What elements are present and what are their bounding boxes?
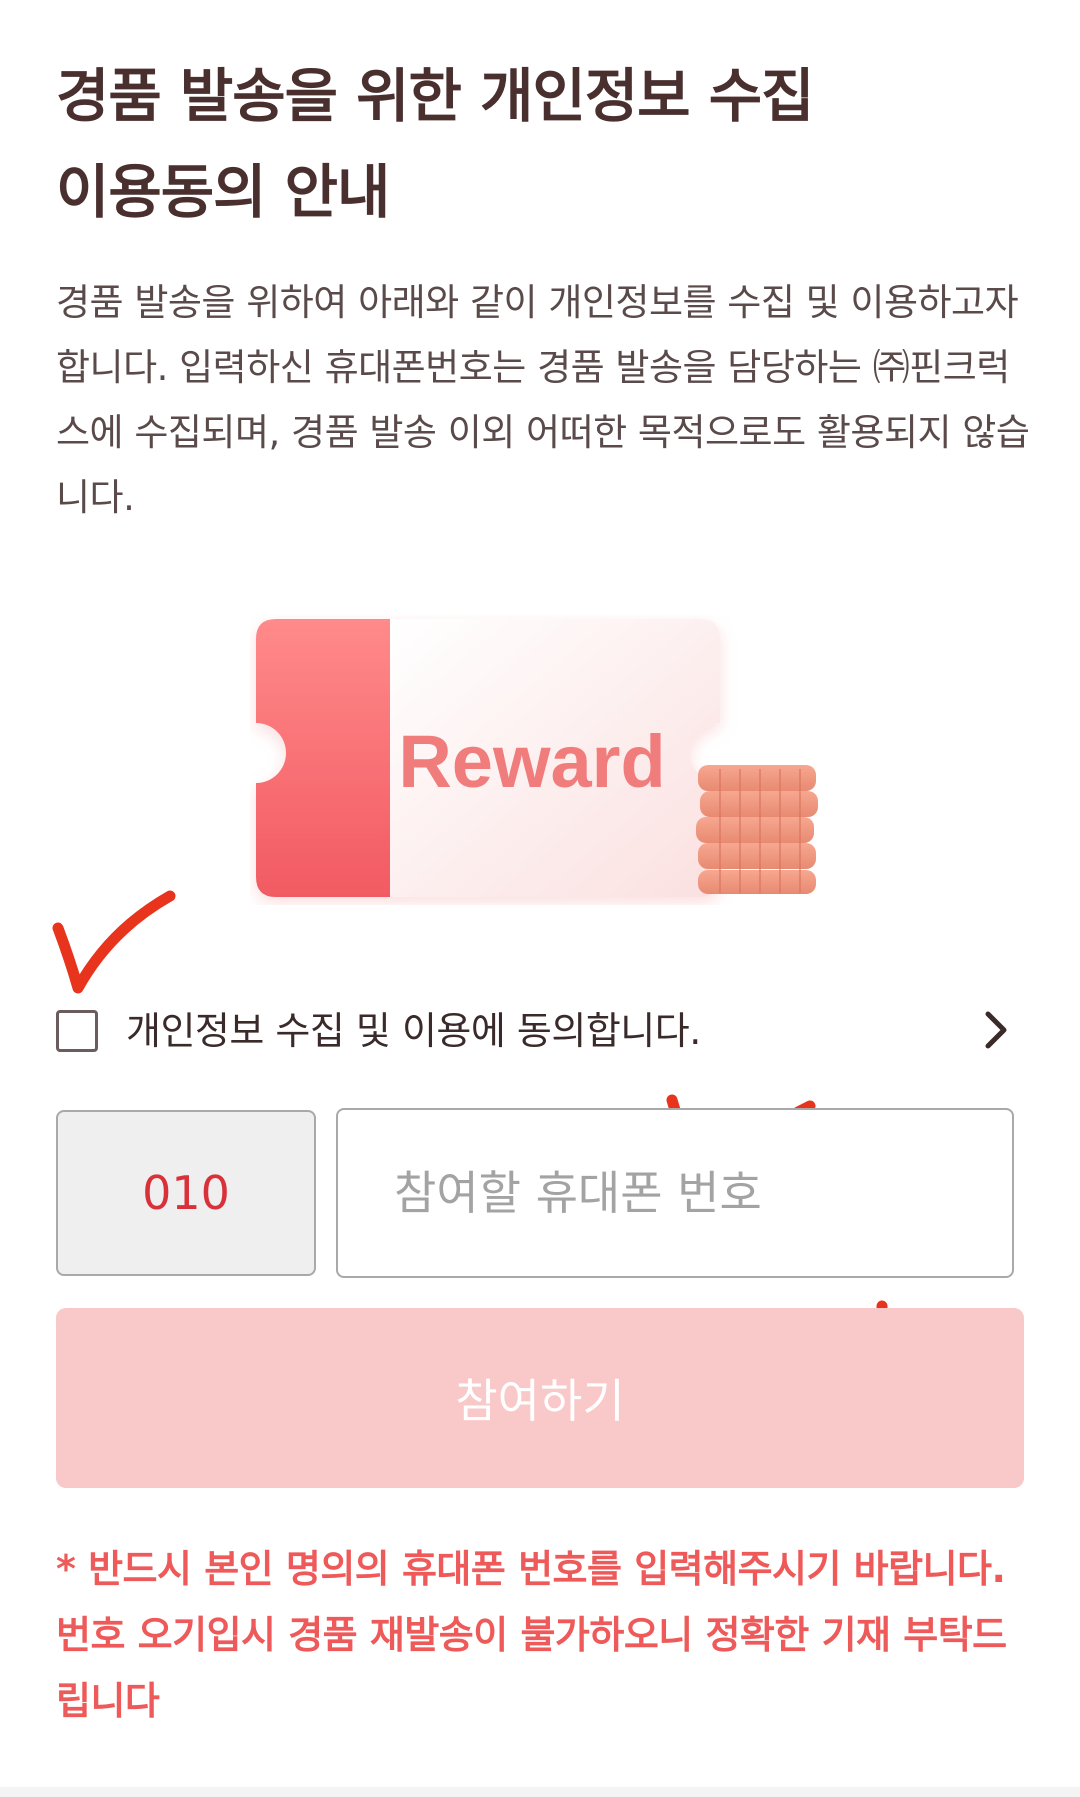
agree-label[interactable]: 개인정보 수집 및 이용에 동의합니다. <box>126 1006 701 1056</box>
reward-illustration: Reward <box>256 619 818 897</box>
agree-checkbox[interactable] <box>56 1010 98 1052</box>
annotation-check-icon <box>52 890 176 994</box>
phone-prefix-field[interactable]: 010 <box>56 1110 316 1276</box>
consent-description: 경품 발송을 위하여 아래와 같이 개인정보를 수집 및 이용하고자 합니다. … <box>56 281 1030 519</box>
agreement-row[interactable]: 개인정보 수집 및 이용에 동의합니다. <box>56 1000 1016 1066</box>
consent-page: 경품 발송을 위한 개인정보 수집 이용동의 안내 경품 발송을 위하여 아래와… <box>0 0 1080 1797</box>
participate-button[interactable]: 참여하기 <box>56 1308 1024 1488</box>
chevron-right-icon[interactable] <box>976 1008 1016 1052</box>
ticket-text: Reward <box>398 720 665 803</box>
bottom-divider <box>0 1787 1080 1797</box>
phone-number-input[interactable] <box>336 1108 1014 1278</box>
page-title: 경품 발송을 위한 개인정보 수집 이용동의 안내 <box>56 62 814 226</box>
coin-stack-icon <box>696 765 818 894</box>
phone-notice: * 반드시 본인 명의의 휴대폰 번호를 입력해주시기 바랍니다. 번호 오기입… <box>56 1547 1007 1723</box>
